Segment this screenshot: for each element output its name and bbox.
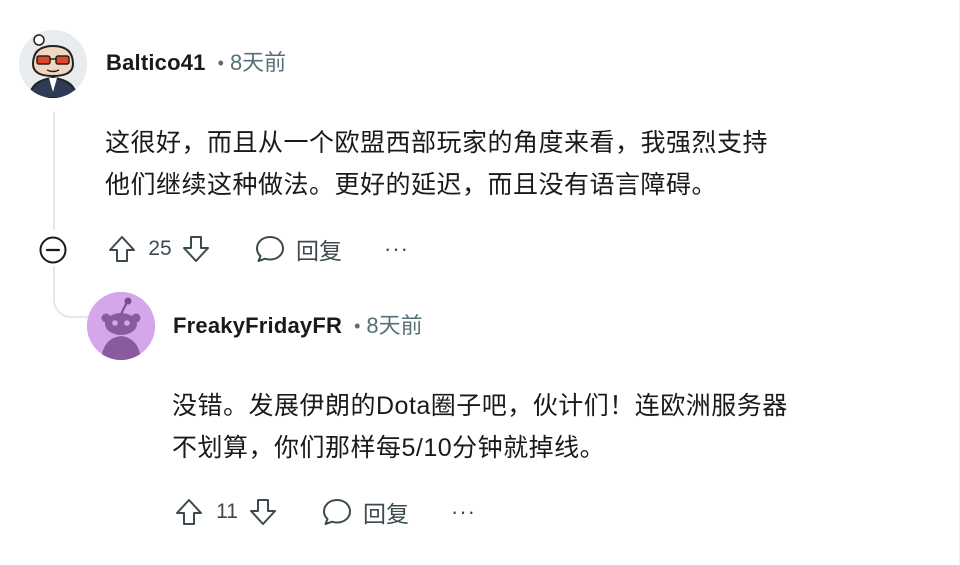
comment-actions: 25 回复 ···	[104, 229, 409, 269]
comment-body: 没错。发展伊朗的Dota圈子吧，伙计们！连欧洲服务器 不划算，你们那样每5/10…	[172, 385, 932, 469]
separator-dot: •	[217, 53, 224, 73]
timestamp[interactable]: 8天前	[230, 49, 286, 77]
avatar-freakyfridayfr[interactable]	[87, 292, 155, 360]
downvote-button[interactable]	[178, 231, 214, 267]
collapse-thread-button[interactable]	[35, 232, 71, 268]
snoo-glasses-icon	[19, 30, 87, 98]
minus-circle-icon	[39, 236, 67, 264]
reply-label: 回复	[363, 501, 409, 527]
separator-dot: •	[354, 316, 361, 336]
speech-bubble-icon	[256, 236, 284, 262]
comment-text-line: 不划算，你们那样每5/10分钟就掉线。	[172, 434, 606, 462]
more-options-button[interactable]: ···	[384, 236, 409, 262]
reply-button[interactable]: 回复	[254, 232, 342, 266]
username[interactable]: Baltico41	[106, 49, 206, 77]
snoo-default-icon	[87, 292, 155, 360]
more-options-button[interactable]: ···	[451, 499, 476, 525]
comment-text-line: 他们继续这种做法。更好的延迟，而且没有语言障碍。	[105, 171, 718, 199]
comment-body: 这很好，而且从一个欧盟西部玩家的角度来看，我强烈支持 他们继续这种做法。更好的延…	[105, 122, 925, 206]
arrow-up-icon	[176, 499, 202, 525]
arrow-up-icon	[109, 236, 135, 262]
comment-meta: FreakyFridayFR • 8天前	[173, 312, 423, 340]
comment-thread: Baltico41 • 8天前 这很好，而且从一个欧盟西部玩家的角度来看，我强烈…	[0, 0, 960, 565]
comment-text-line: 这很好，而且从一个欧盟西部玩家的角度来看，我强烈支持	[105, 129, 769, 157]
timestamp[interactable]: 8天前	[366, 312, 422, 340]
vote-count: 11	[216, 500, 238, 523]
reply-label: 回复	[296, 238, 342, 264]
thread-line[interactable]	[53, 112, 55, 230]
downvote-button[interactable]	[245, 494, 281, 530]
comment-actions: 11 回复 ···	[171, 492, 476, 532]
reply-button[interactable]: 回复	[321, 495, 409, 529]
vote-count: 25	[148, 237, 172, 260]
speech-bubble-icon	[323, 499, 351, 525]
upvote-button[interactable]	[104, 231, 140, 267]
arrow-down-icon	[250, 499, 276, 525]
avatar-baltico41[interactable]	[19, 30, 87, 98]
arrow-down-icon	[183, 236, 209, 262]
upvote-button[interactable]	[171, 494, 207, 530]
comment-meta: Baltico41 • 8天前	[106, 49, 286, 77]
thread-connector	[53, 266, 91, 318]
username[interactable]: FreakyFridayFR	[173, 312, 342, 340]
comment-text-line: 没错。发展伊朗的Dota圈子吧，伙计们！连欧洲服务器	[172, 392, 788, 420]
